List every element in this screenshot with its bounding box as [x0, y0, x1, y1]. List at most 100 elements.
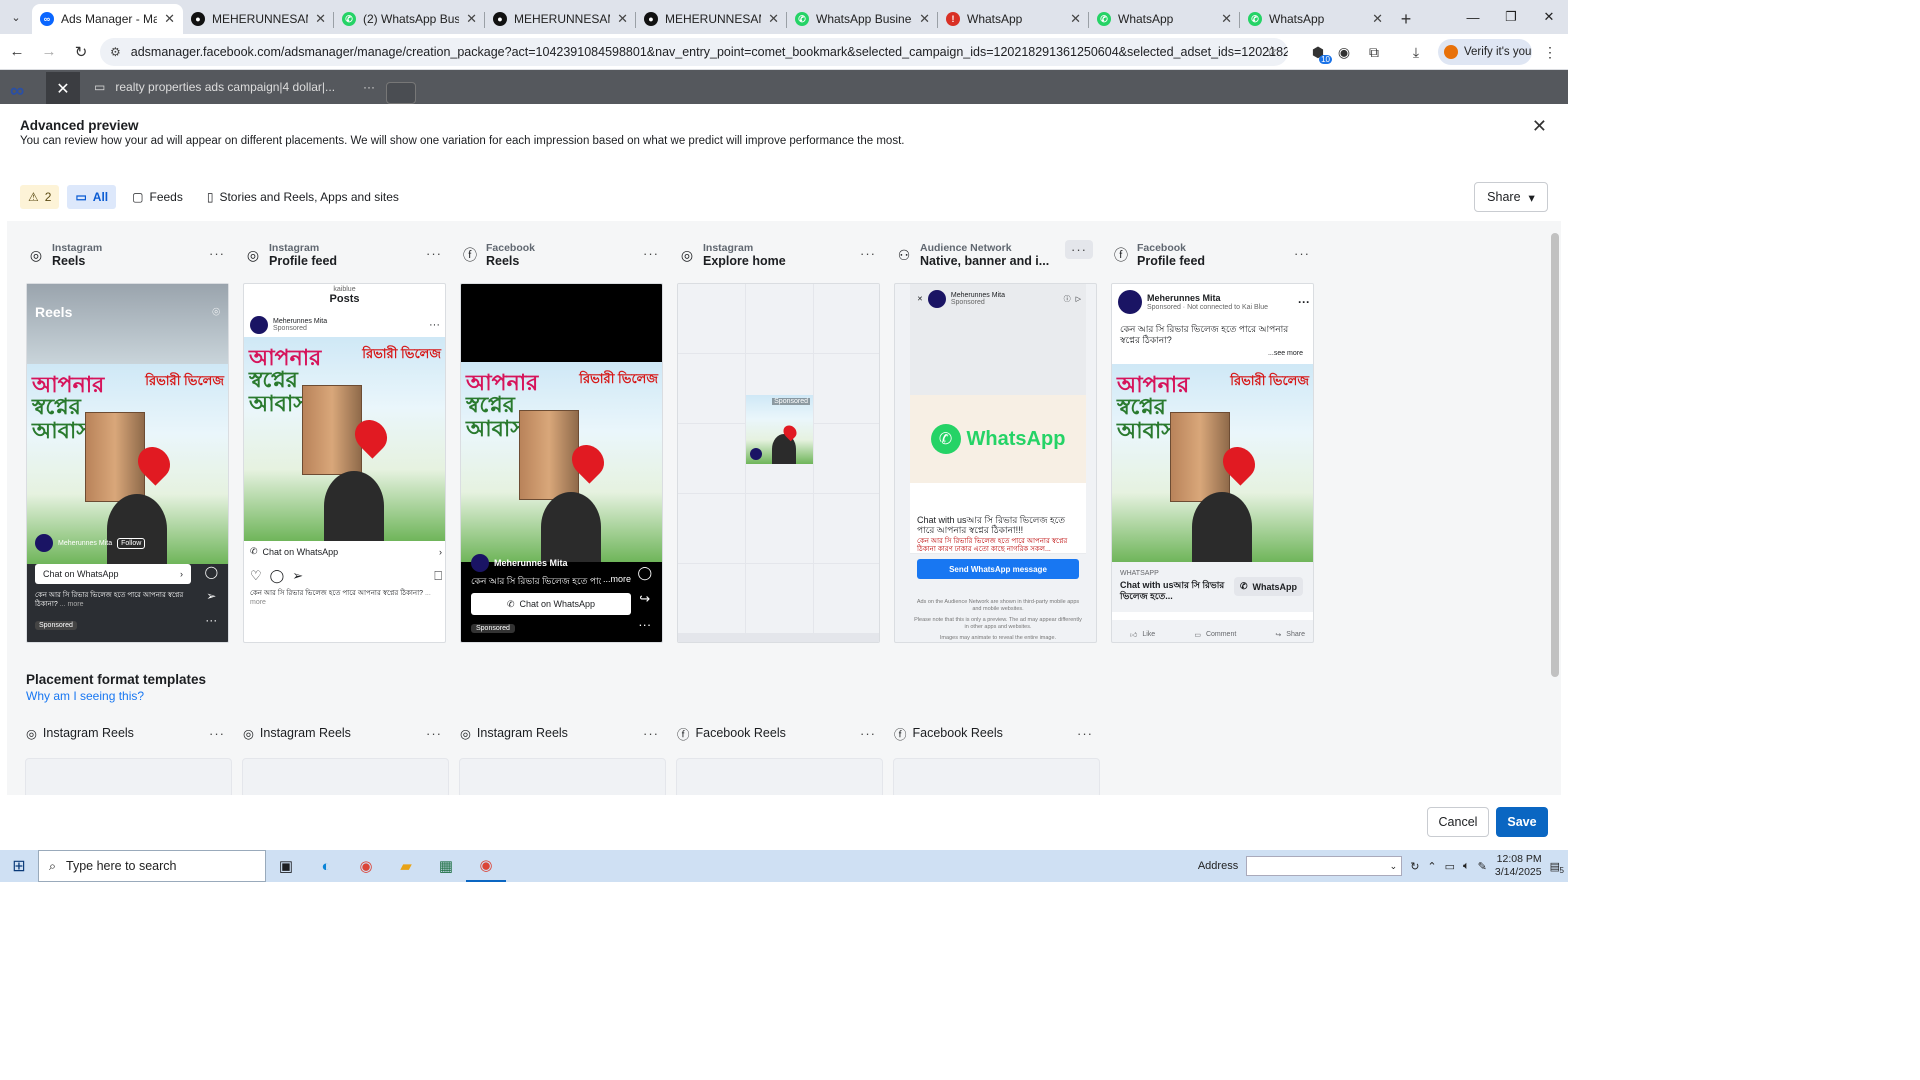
- see-more-link[interactable]: ...more: [601, 574, 632, 584]
- chrome-icon[interactable]: ◉: [346, 850, 386, 882]
- save-button[interactable]: Save: [1496, 807, 1548, 837]
- tab-whatsapp-error[interactable]: ! WhatsApp ✕: [938, 4, 1089, 34]
- send-whatsapp-button[interactable]: Send WhatsApp message: [917, 559, 1079, 579]
- adchoices-icon[interactable]: ▷: [1076, 295, 1081, 303]
- filter-all[interactable]: ▭ All: [67, 185, 117, 209]
- tab-github-2[interactable]: ● MEHERUNNESAMITA ✕: [485, 4, 636, 34]
- close-tab-icon[interactable]: ✕: [919, 11, 930, 27]
- template-preview[interactable]: [25, 758, 232, 795]
- preview-card-fb-profile-feed[interactable]: Meherunnes Mita Sponsored · Not connected…: [1111, 283, 1314, 643]
- tab-whatsapp-2[interactable]: ✆ WhatsApp ✕: [1240, 4, 1391, 34]
- close-editor-icon[interactable]: ✕: [46, 72, 80, 106]
- close-tab-icon[interactable]: ✕: [315, 11, 326, 27]
- cta-button[interactable]: ✆ Chat on WhatsApp ›: [250, 546, 442, 557]
- close-tab-icon[interactable]: ✕: [466, 11, 477, 27]
- more-icon[interactable]: ···: [1298, 295, 1310, 309]
- template-preview[interactable]: [676, 758, 883, 795]
- whatsapp-button[interactable]: ✆ WhatsApp: [1234, 577, 1304, 596]
- filter-stories-reels[interactable]: ▯ Stories and Reels, Apps and sites: [199, 185, 407, 209]
- like-button[interactable]: 👍︎ Like: [1130, 630, 1155, 639]
- preview-card-fb-reels[interactable]: আপনার স্বপ্নের আবাসন রিভারী ভিলেজ Meheru…: [460, 283, 663, 643]
- extension-icon[interactable]: ⬢ 10: [1304, 38, 1332, 66]
- info-icon[interactable]: ⓘ: [1064, 294, 1071, 304]
- close-tab-icon[interactable]: ✕: [1070, 11, 1081, 27]
- url-bar[interactable]: ⚙ adsmanager.facebook.com/adsmanager/man…: [100, 38, 1288, 66]
- send-icon[interactable]: ➢: [292, 568, 303, 584]
- cta-button[interactable]: ✆ Chat on WhatsApp: [471, 593, 631, 615]
- download-icon[interactable]: ⤓: [1402, 38, 1430, 66]
- why-seeing-this-link[interactable]: Why am I seeing this?: [26, 689, 144, 703]
- tab-search-icon[interactable]: ⌄: [0, 0, 32, 34]
- close-tab-icon[interactable]: ✕: [1372, 11, 1383, 27]
- taskbar-search[interactable]: ⌕ Type here to search: [38, 850, 266, 882]
- close-tab-icon[interactable]: ✕: [617, 11, 628, 27]
- preview-card-ig-reels[interactable]: Reels ⌾ আপনার স্বপ্নের আবাসন রিভারী ভিলে…: [26, 283, 229, 643]
- tab-whatsapp-business[interactable]: ✆ (2) WhatsApp Busine ✕: [334, 4, 485, 34]
- more-options-icon[interactable]: ···: [1065, 240, 1093, 259]
- tab-github-1[interactable]: ● MEHERUNNESAMITA ✕: [183, 4, 334, 34]
- explore-ad-tile[interactable]: Sponsored: [746, 395, 813, 464]
- address-toolbar-input[interactable]: ⌄: [1246, 856, 1403, 876]
- see-more-link[interactable]: ...see more: [1268, 350, 1303, 357]
- close-tab-icon[interactable]: ✕: [768, 11, 779, 27]
- bookmark-icon[interactable]: ⎕: [434, 568, 442, 584]
- follow-button[interactable]: Follow: [117, 537, 146, 549]
- share-button[interactable]: Share ▾: [1474, 182, 1548, 212]
- close-tab-icon[interactable]: ✕: [164, 11, 175, 27]
- back-icon[interactable]: ←: [2, 37, 32, 67]
- task-view-icon[interactable]: ▣: [266, 850, 306, 882]
- tab-ads-manager[interactable]: ∞ Ads Manager - Mana ✕: [32, 4, 183, 34]
- comment-icon[interactable]: ◯: [205, 560, 218, 584]
- template-preview[interactable]: [893, 758, 1100, 795]
- tray-expand-icon[interactable]: ⌃: [1427, 860, 1436, 873]
- preview-scroll-area[interactable]: ◎ Instagram Reels ··· ◎ Instagram Profile …: [7, 221, 1561, 795]
- new-tab-button[interactable]: +: [1391, 4, 1421, 34]
- close-tab-icon[interactable]: ✕: [1221, 11, 1232, 27]
- network-icon[interactable]: ▭: [1445, 860, 1455, 873]
- scrollbar-thumb[interactable]: [1551, 233, 1559, 677]
- pen-icon[interactable]: ✎: [1478, 860, 1487, 873]
- more-options-icon[interactable]: ···: [1294, 246, 1310, 261]
- bookmark-star-icon[interactable]: ☆: [1265, 43, 1278, 60]
- notifications-icon[interactable]: ▤ 5: [1550, 860, 1564, 875]
- share-icon[interactable]: ↪: [637, 586, 652, 612]
- windows-start-icon[interactable]: ⊞: [0, 850, 38, 882]
- filter-feeds[interactable]: ▢ Feeds: [124, 185, 191, 209]
- send-icon[interactable]: ➢: [205, 584, 218, 608]
- excel-icon[interactable]: ▦: [426, 850, 466, 882]
- forward-icon[interactable]: →: [34, 37, 64, 67]
- extensions-puzzle-icon[interactable]: ⧉: [1360, 38, 1388, 66]
- comment-button[interactable]: ▭ Comment: [1194, 631, 1236, 639]
- tab-github-3[interactable]: ● MEHERUNNESAMITA ✕: [636, 4, 787, 34]
- like-heart-icon[interactable]: ♡: [250, 568, 262, 584]
- restore-icon[interactable]: ❐: [1492, 0, 1530, 34]
- more-icon[interactable]: ···: [637, 612, 652, 638]
- preview-card-ig-profile-feed[interactable]: kaiblue Posts Meherunnes Mita Sponsored ·…: [243, 283, 446, 643]
- chrome-active-icon[interactable]: ◉: [466, 850, 506, 882]
- site-info-icon[interactable]: ⚙: [110, 45, 121, 59]
- cancel-button[interactable]: Cancel: [1427, 807, 1489, 837]
- more-icon[interactable]: ···: [429, 319, 440, 331]
- more-options-icon[interactable]: ···: [426, 246, 442, 261]
- minimize-icon[interactable]: —: [1454, 0, 1492, 34]
- more-options-icon[interactable]: ···: [643, 726, 659, 741]
- volume-icon[interactable]: 🔈︎: [1463, 860, 1470, 873]
- share-post-button[interactable]: ↪ Share: [1275, 631, 1305, 639]
- warnings-filter[interactable]: ⚠ 2: [20, 185, 60, 209]
- file-explorer-icon[interactable]: ▰: [386, 850, 426, 882]
- more-options-icon[interactable]: ···: [860, 726, 876, 741]
- more-options-icon[interactable]: ···: [209, 726, 225, 741]
- browser-menu-icon[interactable]: ⋮: [1536, 38, 1564, 66]
- more-options-icon[interactable]: ···: [209, 246, 225, 261]
- more-options-icon[interactable]: ···: [1077, 726, 1093, 741]
- close-dialog-icon[interactable]: ✕: [1532, 116, 1547, 137]
- translate-extension-icon[interactable]: ◉: [1330, 38, 1358, 66]
- tab-whatsapp-1[interactable]: ✆ WhatsApp ✕: [1089, 4, 1240, 34]
- verify-profile-button[interactable]: Verify it's you: [1438, 39, 1532, 65]
- comment-icon[interactable]: ◯: [637, 560, 652, 586]
- template-preview[interactable]: [242, 758, 449, 795]
- taskbar-clock[interactable]: 12:08 PM 3/14/2025: [1495, 853, 1542, 879]
- preview-card-ig-explore[interactable]: Sponsored: [677, 283, 880, 643]
- refresh-icon[interactable]: ↻: [1410, 860, 1419, 873]
- close-window-icon[interactable]: ✕: [1530, 0, 1568, 34]
